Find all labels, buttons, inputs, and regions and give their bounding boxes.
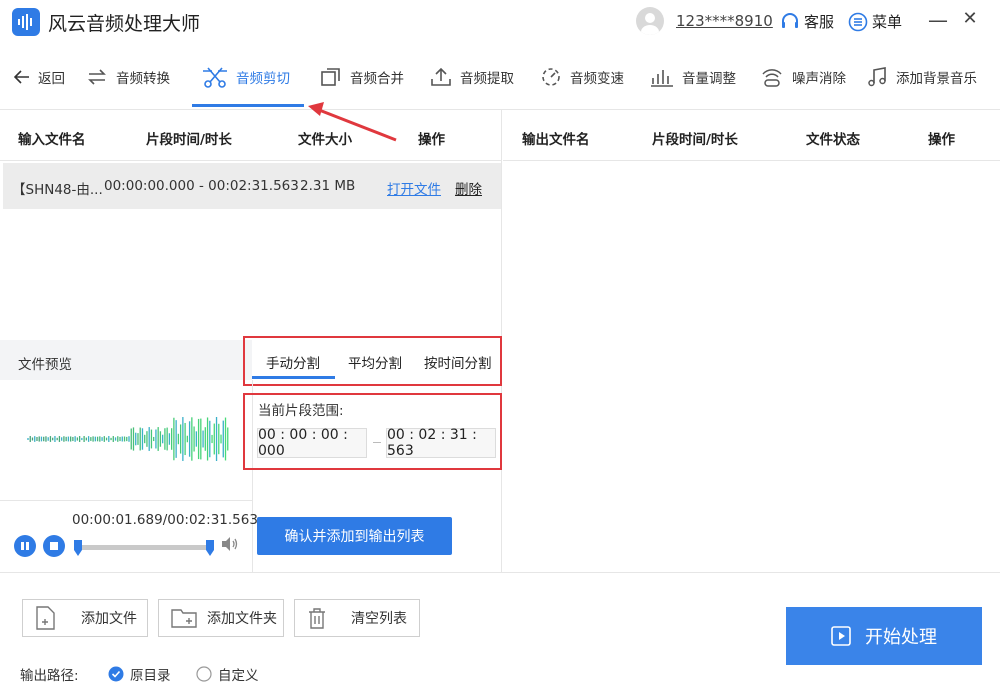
close-button[interactable]: ✕ [960,8,980,29]
tool-label: 添加背景音乐 [896,71,977,87]
tool-label: 音量调整 [682,71,736,87]
output-col-filename: 输出文件名 [522,132,590,148]
add-folder-button[interactable]: 添加文件夹 [158,599,284,637]
output-path-label: 输出路径: [20,668,79,684]
input-col-size: 文件大小 [298,132,352,148]
delete-link[interactable]: 删除 [455,178,482,198]
speaker-icon[interactable] [221,536,239,552]
menu-icon [848,12,868,31]
stop-icon [50,542,58,550]
add-folder-label: 添加文件夹 [207,611,277,627]
customer-service-label: 客服 [804,13,835,31]
tool-label: 噪声消除 [792,71,846,87]
radio-custom-dir[interactable]: 自定义 [196,664,259,684]
output-col-status: 文件状态 [806,132,860,148]
input-col-time: 片段时间/时长 [146,132,232,148]
radio-checked-icon [108,666,124,682]
clear-list-button[interactable]: 清空列表 [294,599,420,637]
input-col-filename: 输入文件名 [18,132,86,148]
waveform [27,417,229,461]
active-tool-underline [192,104,304,107]
radio-label: 原目录 [130,668,171,684]
tool-audio-speed[interactable]: 音频变速 [540,44,624,110]
arrow-left-icon [14,70,29,84]
preview-divider-h [0,500,252,501]
pause-icon [21,542,29,550]
highlight-box-range [243,393,502,470]
progress-start-handle[interactable] [74,540,82,558]
playback-time: 00:00:01.689/00:02:31.563 [72,512,258,528]
user-id-link[interactable]: 123****8910 [676,12,773,30]
menu-button[interactable]: 菜单 [848,11,902,32]
convert-icon [88,69,106,85]
row-size: 2.31 MB [300,178,356,194]
playback-progress[interactable] [76,545,212,550]
tool-volume-adjust[interactable]: 音量调整 [650,44,736,110]
tool-label: 音频剪切 [236,71,290,87]
tool-audio-extract[interactable]: 音频提取 [430,44,514,110]
app-title: 风云音频处理大师 [48,13,201,35]
volume-bars-icon [651,70,673,87]
back-button[interactable]: 返回 [14,44,65,110]
trash-icon [309,608,325,629]
row-time: 00:00:00.000 - 00:02:31.563 [104,178,299,194]
open-file-link[interactable]: 打开文件 [387,178,441,198]
app-logo-icon [12,8,40,36]
progress-end-handle[interactable] [206,540,214,558]
add-file-label: 添加文件 [81,611,137,627]
merge-icon [321,68,340,86]
radio-label: 自定义 [218,668,259,684]
customer-service-button[interactable]: 客服 [780,11,834,32]
headset-icon [782,12,798,28]
add-file-button[interactable]: 添加文件 [22,599,148,637]
extract-icon [431,67,451,86]
tool-noise-removal[interactable]: 噪声消除 [760,44,846,110]
output-header-divider [503,160,1000,161]
radio-unchecked-icon [196,666,212,682]
noise-icon [762,69,782,87]
avatar[interactable] [636,7,664,35]
stop-button[interactable] [43,535,65,557]
pause-button[interactable] [14,535,36,557]
start-processing-label: 开始处理 [865,627,937,648]
tool-audio-convert[interactable]: 音频转换 [86,44,170,110]
music-note-icon [868,67,886,87]
clear-list-label: 清空列表 [351,611,407,627]
speed-icon [542,68,560,86]
tool-label: 音频合并 [350,71,404,87]
tool-label: 音频提取 [460,71,514,87]
menu-label: 菜单 [872,13,903,31]
confirm-add-button[interactable]: 确认并添加到输出列表 [257,517,452,555]
output-col-action: 操作 [928,132,955,148]
add-file-icon [36,606,55,630]
output-col-time: 片段时间/时长 [652,132,738,148]
input-col-action: 操作 [418,132,445,148]
input-header-divider [0,160,502,161]
tool-label: 音频转换 [116,71,170,87]
radio-original-dir[interactable]: 原目录 [108,664,171,684]
add-folder-icon [171,609,197,628]
row-filename: 【SHN48-由... [12,182,103,198]
tool-audio-cut[interactable]: 音频剪切 [202,44,290,110]
preview-label: 文件预览 [18,357,72,373]
highlight-box-tabs [243,336,502,386]
tool-add-bgm[interactable]: 添加背景音乐 [866,44,977,110]
tool-label: 音频变速 [570,71,624,87]
scissors-icon [203,67,227,88]
play-icon [831,626,851,646]
minimize-button[interactable]: — [928,8,948,32]
function-toolbar: 返回 音频转换 音频剪切 音频合并 音频提取 音频变速 音量调整 噪声消除 添加… [0,44,1000,110]
start-processing-button[interactable]: 开始处理 [786,607,982,665]
back-label: 返回 [38,71,65,87]
